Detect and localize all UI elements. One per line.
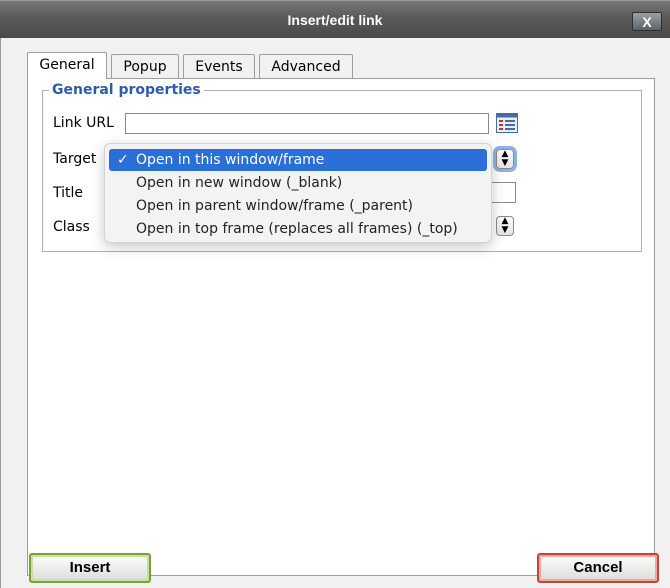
tab-events-label: Events bbox=[195, 59, 243, 75]
browse-list-icon bbox=[496, 113, 518, 133]
title-input[interactable] bbox=[489, 182, 516, 203]
close-button[interactable]: X bbox=[632, 12, 662, 31]
updown-arrows-icon: ▲ ▼ bbox=[501, 149, 509, 168]
tab-advanced-label: Advanced bbox=[271, 59, 341, 75]
tab-advanced[interactable]: Advanced bbox=[259, 54, 353, 78]
tab-events[interactable]: Events bbox=[183, 54, 255, 78]
dialog-body: General Popup Events Advanced General pr… bbox=[0, 38, 670, 588]
target-option-label: Open in top frame (replaces all frames) … bbox=[136, 221, 458, 237]
fieldset-legend: General properties bbox=[49, 80, 204, 100]
browse-button[interactable] bbox=[496, 113, 518, 133]
target-label: Target bbox=[53, 151, 97, 167]
tab-popup-label: Popup bbox=[123, 59, 167, 75]
tab-general-label: General bbox=[39, 57, 95, 73]
close-icon: X bbox=[642, 14, 652, 30]
class-select[interactable]: ▲ ▼ bbox=[496, 216, 514, 236]
tab-popup[interactable]: Popup bbox=[111, 54, 179, 78]
target-option-self[interactable]: ✓ Open in this window/frame bbox=[109, 149, 487, 171]
insert-button-label: Insert bbox=[69, 559, 111, 576]
checkmark-icon: ✓ bbox=[117, 152, 129, 168]
title-bar: Insert/edit link X bbox=[0, 0, 670, 38]
insert-button[interactable]: Insert bbox=[29, 553, 151, 583]
title-label: Title bbox=[53, 185, 84, 201]
target-option-blank[interactable]: Open in new window (_blank) bbox=[109, 172, 487, 194]
tab-general[interactable]: General bbox=[27, 52, 107, 79]
dialog-title: Insert/edit link bbox=[287, 12, 383, 28]
class-label: Class bbox=[53, 219, 90, 235]
cancel-button-label: Cancel bbox=[573, 559, 623, 576]
target-select[interactable]: ▲ ▼ bbox=[496, 149, 514, 169]
target-option-label: Open in this window/frame bbox=[136, 152, 325, 168]
link-url-input[interactable] bbox=[125, 113, 489, 134]
updown-arrows-icon: ▲ ▼ bbox=[501, 216, 509, 235]
target-option-label: Open in new window (_blank) bbox=[136, 175, 343, 191]
target-option-top[interactable]: Open in top frame (replaces all frames) … bbox=[109, 218, 487, 240]
target-dropdown-menu: ✓ Open in this window/frame Open in new … bbox=[104, 143, 492, 243]
target-option-parent[interactable]: Open in parent window/frame (_parent) bbox=[109, 195, 487, 217]
link-url-label: Link URL bbox=[53, 115, 114, 131]
cancel-button[interactable]: Cancel bbox=[537, 553, 659, 583]
target-option-label: Open in parent window/frame (_parent) bbox=[136, 198, 414, 214]
